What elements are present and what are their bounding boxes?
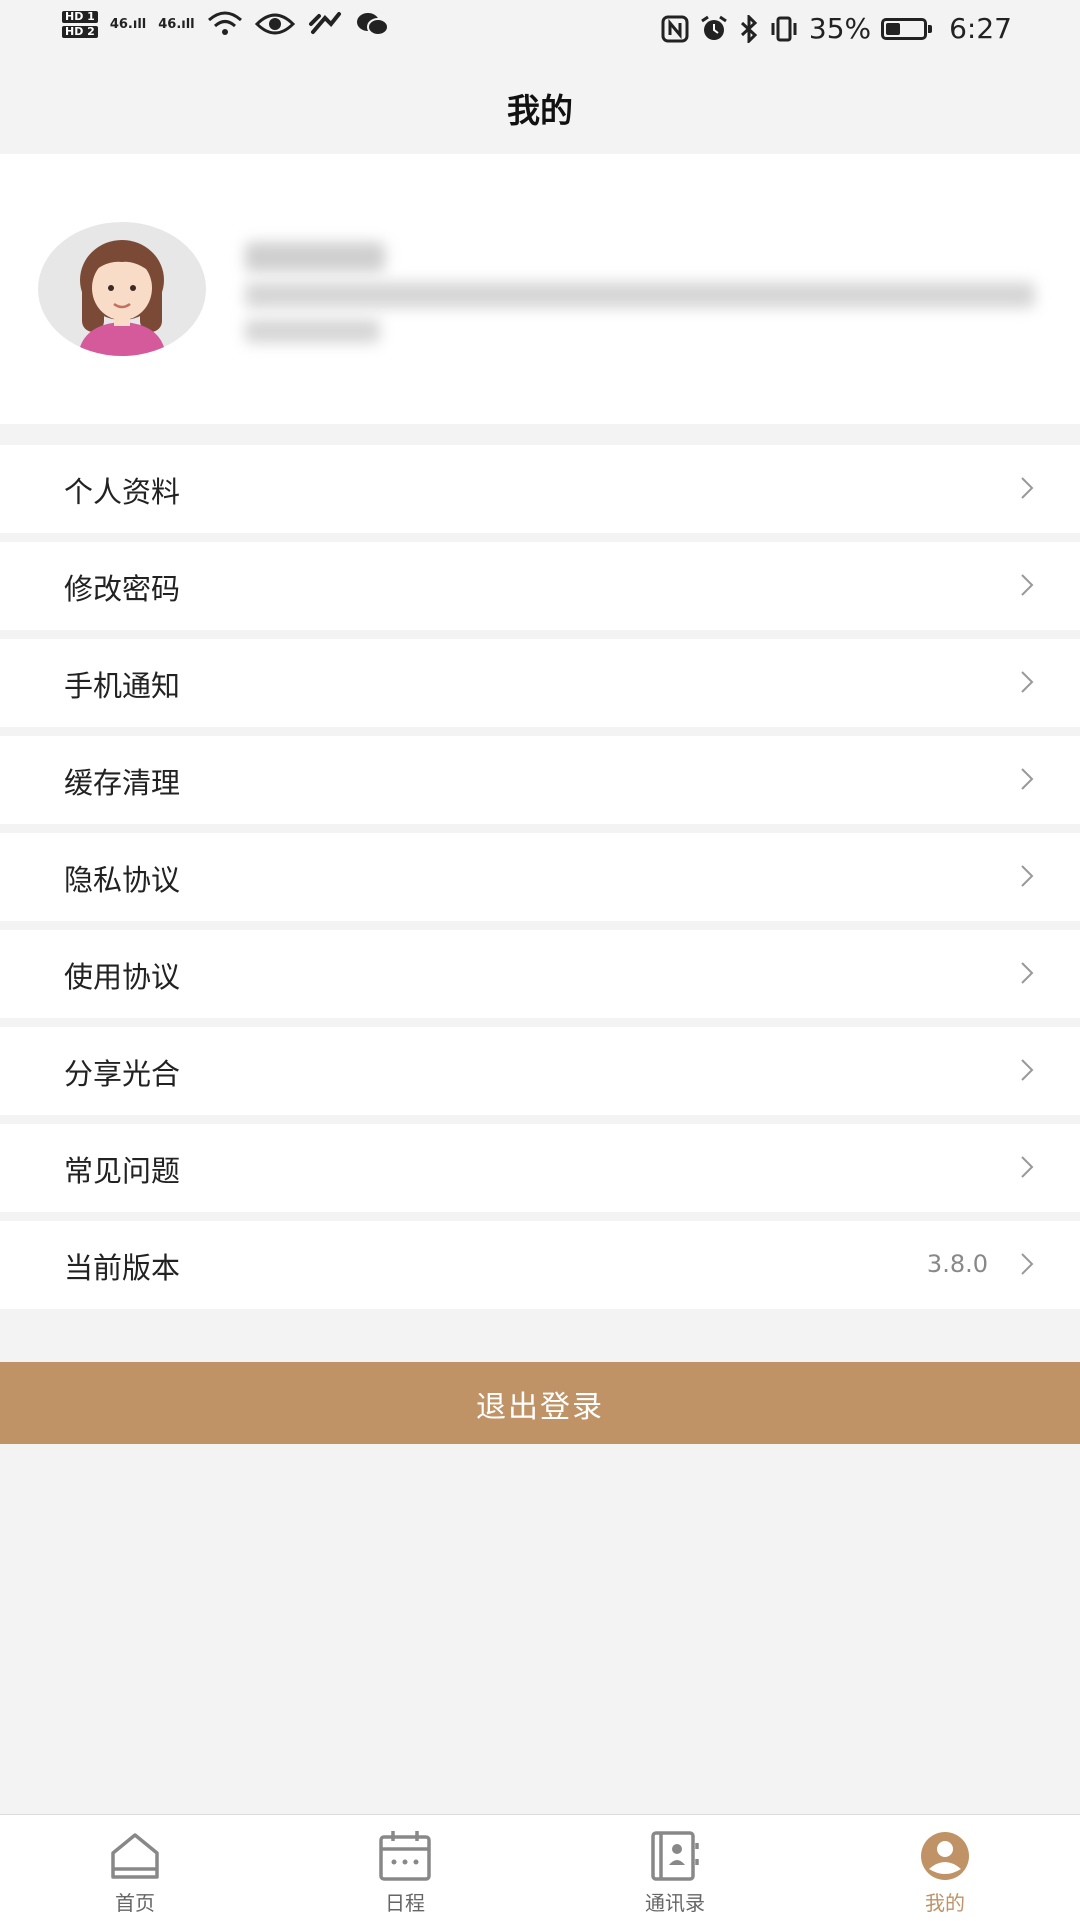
hd2-badge: HD 2: [62, 25, 98, 38]
battery-percent: 35%: [808, 12, 872, 45]
menu-item-label: 缓存清理: [64, 766, 181, 800]
profile-name-redacted: [245, 242, 385, 272]
chevron-right-icon: [1021, 1059, 1034, 1081]
eye-icon: [254, 13, 295, 35]
tab-label: 我的: [925, 1891, 965, 1915]
version-value: 3.8.0: [926, 1250, 988, 1278]
profile-info-redacted: [245, 282, 1035, 308]
profile-card[interactable]: [0, 154, 1080, 424]
chevron-right-icon: [1021, 671, 1034, 693]
chevron-right-icon: [1021, 1253, 1034, 1275]
logout-label: 退出登录: [476, 1391, 604, 1424]
chevron-right-icon: [1021, 477, 1034, 499]
menu-item-change-password[interactable]: 修改密码: [0, 542, 1080, 630]
nfc-icon: [661, 15, 689, 42]
battery-icon: [881, 17, 933, 40]
alarm-icon: [701, 15, 727, 40]
status-bar: HD 1 HD 2 46.ıll 46.ıll 35% 6:27: [0, 0, 1080, 62]
title-bar: 我的: [0, 62, 1080, 154]
menu-item-label: 修改密码: [64, 572, 181, 606]
menu-item-label: 个人资料: [64, 475, 181, 509]
tab-home[interactable]: 首页: [0, 1815, 270, 1921]
tab-contacts[interactable]: 通讯录: [540, 1815, 810, 1921]
chevron-right-icon: [1021, 1156, 1034, 1178]
battery-level: [886, 22, 901, 35]
menu-item-label: 常见问题: [64, 1154, 181, 1188]
menu-item-share[interactable]: 分享光合: [0, 1027, 1080, 1115]
chevron-right-icon: [1021, 865, 1034, 887]
menu-item-label: 分享光合: [64, 1057, 181, 1091]
signal-2-text: 46.ıll: [158, 16, 195, 32]
tab-schedule[interactable]: 日程: [270, 1815, 540, 1921]
menu-item-terms-of-use[interactable]: 使用协议: [0, 930, 1080, 1018]
tab-me[interactable]: 我的: [810, 1815, 1080, 1921]
menu-item-clear-cache[interactable]: 缓存清理: [0, 736, 1080, 824]
vibrate-icon: [771, 16, 797, 41]
menu-item-faq[interactable]: 常见问题: [0, 1124, 1080, 1212]
link-icon: [308, 12, 341, 34]
clock: 6:27: [949, 12, 1012, 45]
menu-item-profile[interactable]: 个人资料: [0, 445, 1080, 533]
tab-label: 首页: [115, 1891, 155, 1915]
profile-info-redacted-2: [245, 319, 380, 343]
avatar-girl-icon: [78, 240, 166, 356]
menu-item-label: 使用协议: [64, 960, 181, 994]
user-icon: [921, 1832, 969, 1880]
menu-item-privacy-policy[interactable]: 隐私协议: [0, 833, 1080, 921]
contacts-icon: [651, 1831, 699, 1881]
wifi-icon: [207, 11, 242, 35]
page-title: 我的: [507, 91, 573, 130]
hd-indicator: HD 1 HD 2: [62, 10, 98, 38]
home-icon: [111, 1833, 159, 1879]
tab-label: 日程: [385, 1891, 425, 1915]
signal-1-text: 46.ıll: [109, 16, 147, 32]
settings-menu: 个人资料 修改密码 手机通知 缓存清理 隐私协议 使用协议 分享光合 常见问题 …: [0, 445, 1080, 1318]
bluetooth-icon: [740, 14, 758, 43]
chevron-right-icon: [1021, 962, 1034, 984]
calendar-icon: [379, 1831, 431, 1881]
menu-item-label: 隐私协议: [64, 863, 181, 897]
status-left: HD 1 HD 2 46.ıll 46.ıll: [62, 10, 389, 38]
menu-item-notifications[interactable]: 手机通知: [0, 639, 1080, 727]
avatar[interactable]: [38, 222, 206, 356]
chevron-right-icon: [1021, 574, 1034, 596]
menu-item-label: 手机通知: [64, 669, 181, 703]
logout-button[interactable]: 退出登录: [0, 1362, 1080, 1444]
bottom-tab-bar: 首页 日程 通讯录 我的: [0, 1814, 1080, 1921]
menu-item-label: 当前版本: [64, 1251, 181, 1285]
menu-item-version[interactable]: 当前版本 3.8.0: [0, 1221, 1080, 1309]
wechat-icon: [356, 13, 389, 36]
hd1-badge: HD 1: [62, 10, 98, 23]
status-right: 35% 6:27: [661, 12, 1012, 45]
chevron-right-icon: [1021, 768, 1034, 790]
tab-label: 通讯录: [645, 1891, 705, 1915]
